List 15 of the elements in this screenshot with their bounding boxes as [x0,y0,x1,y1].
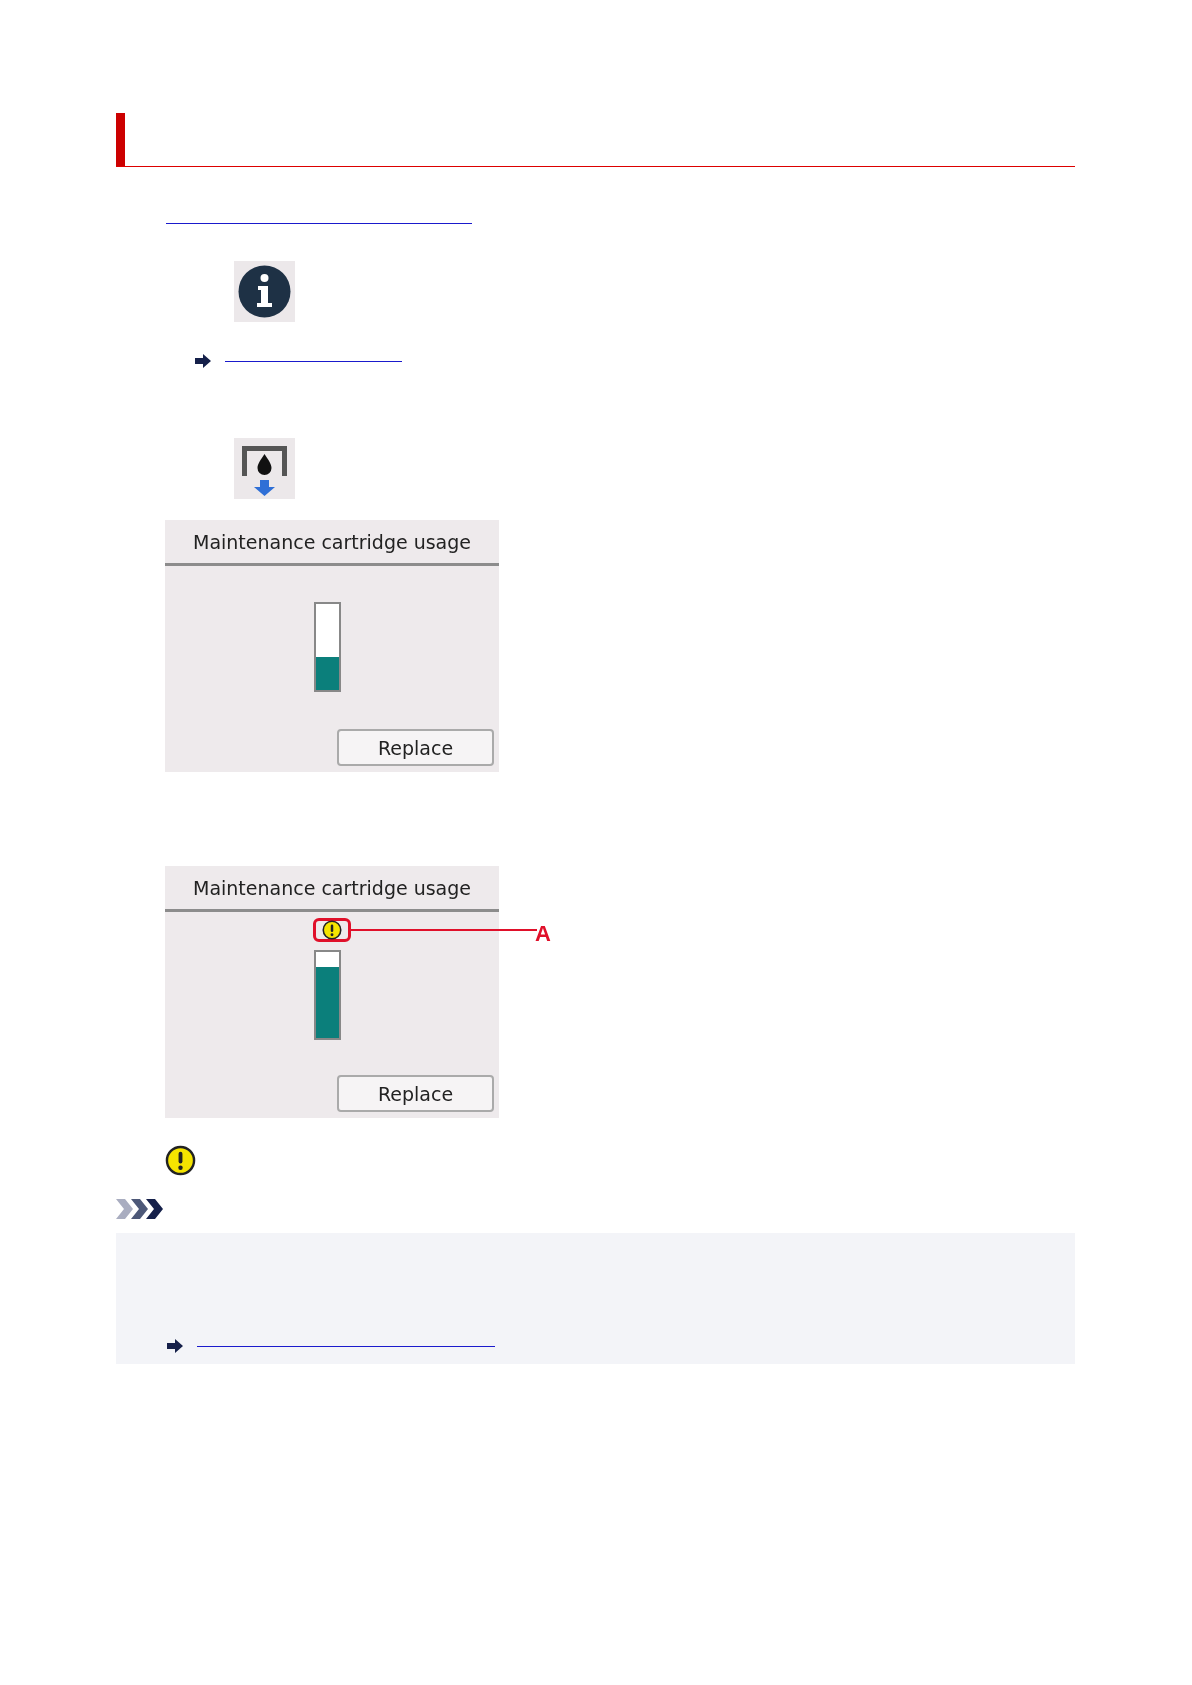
arrow-icon [167,1339,183,1353]
callout-label: A [535,921,551,947]
link-underline[interactable] [197,1345,495,1347]
heading-bar [116,113,125,166]
warning-icon [165,1145,196,1176]
replace-button[interactable]: Replace [337,1075,494,1112]
cartridge-icon [234,438,295,499]
screen-title: Maintenance cartridge usage [165,866,499,912]
info-icon [234,261,295,322]
screen-title: Maintenance cartridge usage [165,520,499,566]
replace-button[interactable]: Replace [337,729,494,766]
warning-icon [322,920,342,940]
link-underline[interactable] [225,360,402,362]
note-icon [116,1199,164,1219]
arrow-icon [195,354,211,368]
